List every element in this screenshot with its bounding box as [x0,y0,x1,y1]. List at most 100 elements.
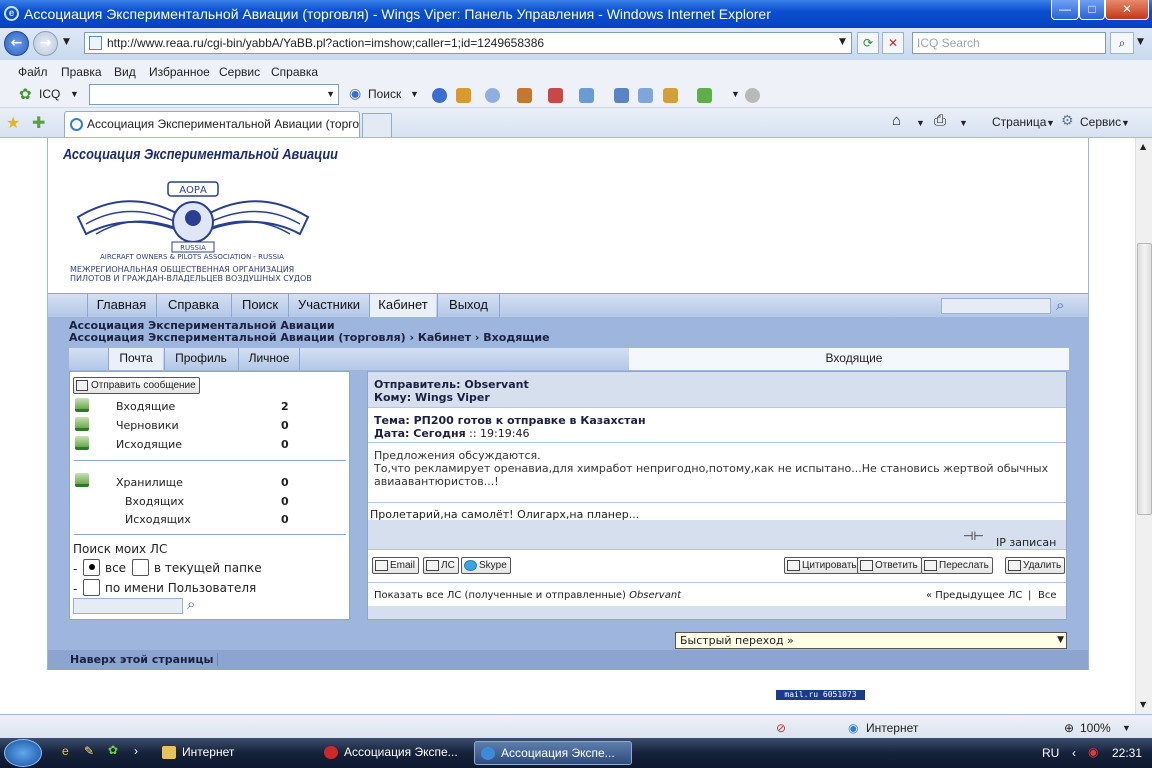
nav-cabinet[interactable]: Кабинет [369,294,436,317]
nav-search[interactable]: Поиск [231,294,288,317]
menu-help[interactable]: Справка [271,65,318,79]
icq-quicklaunch-icon[interactable]: ✿ [108,743,118,757]
start-button[interactable] [4,739,42,767]
quicklaunch-more-icon[interactable]: › [134,744,138,758]
privacy-icon[interactable]: ⊘ [776,721,786,735]
nav-help[interactable]: Справка [156,294,230,317]
forward-button[interactable]: → [33,31,58,56]
nav-home[interactable]: Главная [87,294,155,317]
favorites-star-icon[interactable]: ★ [6,113,20,133]
close-button[interactable]: ✕ [1105,0,1149,20]
search-icon[interactable]: ⌕ [1056,296,1064,314]
storage-inbox[interactable]: Входящих [125,495,184,508]
quote-button[interactable]: Цитировать [784,557,861,574]
icq-search-input[interactable]: ICQ Search [912,32,1106,54]
icq-search-combobox[interactable]: ▼ [89,84,339,105]
tab-personal[interactable]: Личное [238,348,300,370]
menu-edit[interactable]: Правка [61,65,102,79]
history-dropdown-icon[interactable]: ▼ [63,37,70,47]
icq-dropdown-icon[interactable]: ▼ [70,89,79,99]
contacts-icon[interactable] [517,88,532,103]
home-icon[interactable]: ⌂ [892,112,901,129]
show-all-pm-link[interactable]: Показать все ЛС (полученные и отправленн… [374,590,626,601]
language-indicator[interactable]: RU [1042,746,1059,760]
all-pm-link[interactable]: Все [1038,589,1057,602]
folder-inbox[interactable]: Входящие [116,400,175,413]
nav-logout[interactable]: Выход [437,294,500,317]
menu-favorites[interactable]: Избранное [149,65,210,79]
search-icon[interactable]: ⌕ [1110,32,1134,54]
forward-button[interactable]: Переслать [921,557,993,574]
storage-outbox[interactable]: Исходящих [125,513,191,526]
scroll-up-icon[interactable]: ▲ [1140,142,1146,151]
tab-active[interactable]: Ассоциация Экспериментальной Авиации (то… [64,111,360,137]
opera-tray-icon[interactable]: ◉ [1088,745,1098,759]
skype-button[interactable]: Skype [461,557,511,574]
notes-quicklaunch-icon[interactable]: ✎ [84,744,94,758]
icq-label[interactable]: ICQ [39,87,60,101]
radio-all[interactable] [83,559,100,576]
ie-quicklaunch-icon[interactable]: e [62,744,69,758]
stop-icon[interactable]: ✕ [882,32,904,54]
gear-icon[interactable]: ⚙ [1061,112,1074,129]
address-dropdown-icon[interactable]: ▼ [839,37,846,47]
add-user-icon[interactable] [638,88,653,103]
radio-current-folder[interactable] [132,559,149,576]
back-button[interactable]: ← [4,31,29,56]
nav-members[interactable]: Участники [288,294,369,317]
taskbar-item-ie[interactable]: Ассоциация Экспе... [474,741,632,765]
address-input[interactable]: http://www.reaa.ru/cgi-bin/yabbA/YaBB.pl… [84,32,852,54]
menu-tools[interactable]: Сервис [219,65,260,79]
scroll-thumb[interactable] [1137,243,1152,515]
taskbar-item-opera[interactable]: Ассоциация Экспе... [318,741,468,765]
forum-search-input[interactable] [941,298,1051,314]
zoom-level[interactable]: 100% [1080,721,1111,735]
tools-menu[interactable]: Сервис [1080,115,1121,129]
send-message-button[interactable]: Отправить сообщение [73,377,200,394]
folder-storage[interactable]: Хранилище [116,476,183,489]
quick-jump-select[interactable]: Быстрый переход » ▼ [675,632,1067,649]
menu-file[interactable]: Файл [18,65,48,79]
search-dropdown-icon[interactable]: ▼ [1137,37,1144,47]
mail-icon[interactable] [548,88,563,103]
reply-button[interactable]: Ответить [857,557,922,574]
games-icon[interactable] [579,88,594,103]
checkbox-by-username[interactable] [83,579,100,596]
menu-view[interactable]: Вид [114,65,136,79]
folder-drafts[interactable]: Черновики [116,419,179,432]
folder-outbox[interactable]: Исходящие [116,438,182,451]
delete-button[interactable]: Удалить [1005,557,1066,574]
print-icon[interactable]: ⎙ [934,112,946,129]
tools-dropdown-icon[interactable]: ▼ [1121,118,1130,128]
check-icon[interactable] [697,88,712,103]
breadcrumb-path[interactable]: Ассоциация Экспериментальной Авиации (то… [69,332,550,344]
home-dropdown-icon[interactable]: ▼ [916,118,925,128]
prev-pm-link[interactable]: « Предыдущее ЛС [926,589,1022,602]
zoom-dropdown-icon[interactable]: ▼ [1122,723,1131,733]
tab-profile[interactable]: Профиль [164,348,237,370]
new-tab-button[interactable] [362,113,392,137]
search-icon[interactable]: ⌕ [187,595,195,613]
icq-search-dropdown-icon[interactable]: ▼ [410,89,419,99]
icq-search-button[interactable]: Поиск [368,87,401,101]
pm-button[interactable]: ЛС [423,557,459,574]
clock[interactable]: 22:31 [1112,746,1142,760]
email-button[interactable]: Email [372,557,420,574]
tray-expand-icon[interactable]: ‹ [1072,746,1076,760]
pm-search-input[interactable] [73,598,183,614]
taskbar-item-explorer[interactable]: Интернет [156,741,306,765]
tab-mail[interactable]: Почта [108,348,163,370]
back-to-top-link[interactable]: Наверх этой страницы [70,653,219,666]
more-dropdown-icon[interactable]: ▼ [731,89,740,99]
mail-ru-counter[interactable]: mail.ru 6051073 [776,690,865,700]
minimize-button[interactable]: — [1051,0,1079,20]
page-dropdown-icon[interactable]: ▼ [1046,118,1055,128]
compass-icon[interactable] [432,88,447,103]
settings-icon[interactable] [745,88,760,103]
page-menu[interactable]: Страница [992,115,1046,129]
print-dropdown-icon[interactable]: ▼ [959,118,968,128]
chat-icon[interactable] [485,88,500,103]
add-favorites-icon[interactable]: ✚ [32,113,45,133]
user-status-icon[interactable] [663,88,678,103]
scroll-down-icon[interactable]: ▼ [1140,700,1146,709]
